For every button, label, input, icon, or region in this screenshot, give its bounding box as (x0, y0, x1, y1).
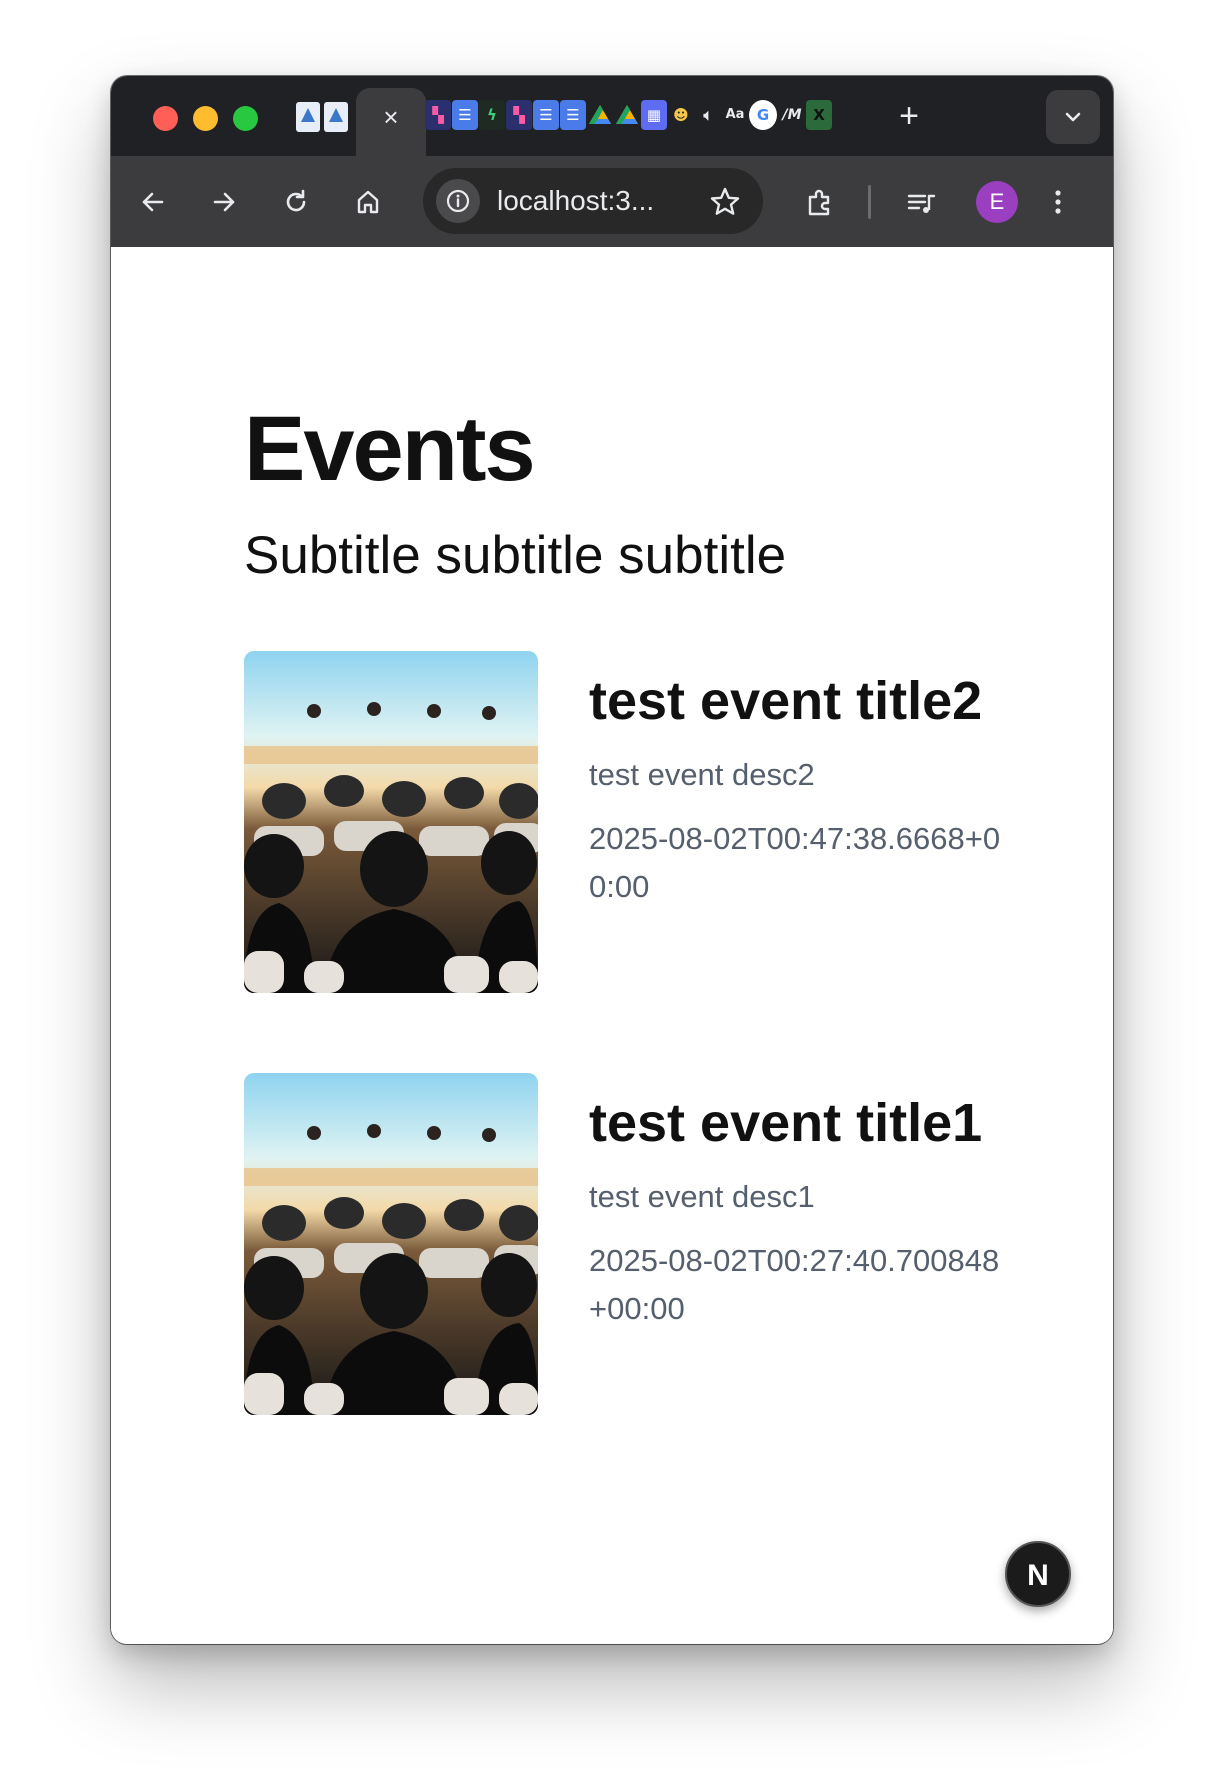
bookmark-star-button[interactable] (705, 182, 745, 222)
minimize-window-button[interactable] (193, 106, 218, 131)
toolbar-divider (868, 185, 871, 219)
drive-icon[interactable] (587, 100, 613, 130)
home-icon (357, 190, 379, 214)
bolt-icon[interactable]: ϟ (479, 100, 505, 130)
page-content: Events Subtitle subtitle subtitle test e… (111, 247, 1113, 1644)
site-info-button[interactable] (436, 179, 480, 223)
conference-audience-image (244, 651, 538, 993)
tab-favicon-icon[interactable]: /M (779, 100, 805, 130)
home-button[interactable] (346, 180, 390, 224)
pinned-tab-icon[interactable] (324, 102, 348, 132)
media-controls-button[interactable] (898, 180, 942, 224)
playlist-music-icon (907, 194, 936, 213)
tab-strip: × ▚ ☰ ϟ ▚ ☰ ☰ ▦ ☻ 🔈︎ Aa G /M X + (111, 76, 1113, 156)
browser-toolbar: localhost:3... E (111, 156, 1113, 247)
event-card[interactable]: test event title2 test event desc2 2025-… (244, 651, 1004, 995)
reload-icon (286, 189, 306, 212)
address-bar[interactable]: localhost:3... (423, 168, 763, 234)
arrow-right-icon (213, 192, 235, 212)
event-date: 2025-08-02T00:47:38.6668+00:00 (589, 821, 1001, 904)
docs-icon[interactable]: ☰ (452, 100, 478, 130)
duck-icon[interactable]: ☻ (668, 100, 694, 130)
page-subtitle: Subtitle subtitle subtitle (244, 526, 787, 585)
event-date: 2025-08-02T00:27:40.700848+00:00 (589, 1243, 1000, 1326)
star-icon (710, 187, 740, 215)
tab-close-icon[interactable]: × (376, 102, 406, 132)
docs-icon[interactable]: ☰ (560, 100, 586, 130)
conference-audience-image (244, 1073, 538, 1415)
kebab-menu-icon (1055, 190, 1061, 214)
font-icon[interactable]: Aa (722, 100, 748, 130)
calendar-icon[interactable]: ▦ (641, 100, 667, 130)
extensions-button[interactable] (796, 180, 840, 224)
tab-search-button[interactable] (1046, 90, 1100, 144)
google-icon[interactable]: G (749, 100, 777, 130)
event-image[interactable] (244, 651, 538, 993)
person-icon[interactable]: X (806, 100, 832, 130)
event-title[interactable]: test event title1 (589, 1081, 1009, 1165)
forward-button[interactable] (202, 180, 246, 224)
nextjs-dev-tools-button[interactable]: N (1005, 1541, 1071, 1607)
chevron-down-icon (1065, 112, 1081, 122)
tab-favicon-icon[interactable]: ▚ (506, 100, 532, 130)
event-text: test event title1 test event desc1 2025-… (589, 1073, 1009, 1333)
tab-favicon-icon[interactable]: ▚ (425, 100, 451, 130)
active-tab[interactable]: × (356, 88, 426, 156)
puzzle-icon (808, 189, 830, 216)
event-text: test event title2 test event desc2 2025-… (589, 651, 1009, 911)
speaker-icon[interactable]: 🔈︎ (695, 100, 721, 130)
event-card[interactable]: test event title1 test event desc1 2025-… (244, 1073, 1004, 1417)
pinned-tab-icon[interactable] (296, 102, 320, 132)
page-title: Events (244, 398, 536, 500)
zoom-window-button[interactable] (233, 106, 258, 131)
new-tab-button[interactable]: + (889, 96, 929, 136)
event-title[interactable]: test event title2 (589, 659, 1009, 743)
close-window-button[interactable] (153, 106, 178, 131)
event-description: test event desc2 (589, 757, 815, 792)
event-image[interactable] (244, 1073, 538, 1415)
browser-window: × ▚ ☰ ϟ ▚ ☰ ☰ ▦ ☻ 🔈︎ Aa G /M X + localho… (111, 76, 1113, 1644)
profile-avatar[interactable]: E (976, 181, 1018, 223)
reload-button[interactable] (274, 180, 318, 224)
docs-icon[interactable]: ☰ (533, 100, 559, 130)
event-description: test event desc1 (589, 1179, 815, 1214)
drive-icon[interactable] (614, 100, 640, 130)
arrow-left-icon (142, 192, 164, 212)
url-text[interactable]: localhost:3... (497, 185, 654, 217)
browser-menu-button[interactable] (1036, 180, 1080, 224)
back-button[interactable] (131, 180, 175, 224)
info-icon (446, 189, 470, 213)
